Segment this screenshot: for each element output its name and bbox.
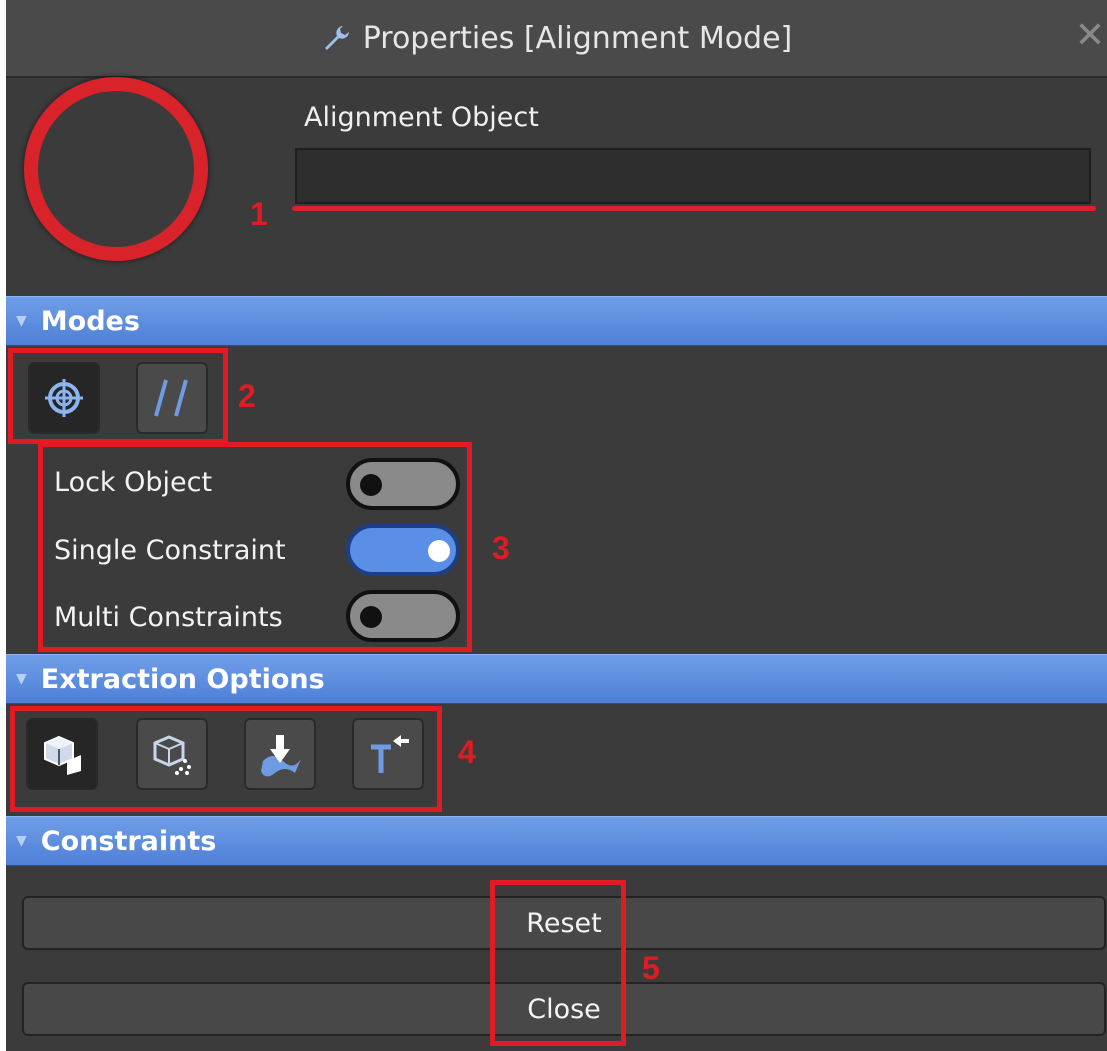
- annotation-number: 2: [238, 378, 256, 414]
- annotation-number: 1: [250, 196, 268, 232]
- window-title: Properties [Alignment Mode]: [362, 20, 793, 56]
- collapse-triangle-icon: ▼: [16, 313, 27, 329]
- annotation-number: 5: [642, 950, 660, 986]
- section-header-modes[interactable]: ▼ Modes: [6, 296, 1107, 346]
- section-header-constraints[interactable]: ▼ Constraints: [6, 816, 1107, 866]
- section-title: Extraction Options: [40, 663, 325, 695]
- section-header-extraction-options[interactable]: ▼ Extraction Options: [6, 654, 1107, 704]
- alignment-object-field[interactable]: [295, 148, 1091, 204]
- collapse-triangle-icon: ▼: [16, 833, 27, 849]
- section-title: Modes: [40, 305, 140, 337]
- annotation-box: [8, 348, 228, 444]
- annotation-circle: [24, 77, 208, 261]
- annotation-underline: [292, 206, 1096, 211]
- annotation-box: [10, 706, 442, 812]
- title-bar: Properties [Alignment Mode] ✕: [6, 0, 1107, 78]
- close-icon[interactable]: ✕: [1075, 18, 1105, 54]
- section-title: Constraints: [40, 825, 217, 857]
- alignment-object-label: Alignment Object: [304, 102, 539, 133]
- wrench-icon: [324, 26, 349, 50]
- properties-panel: Properties [Alignment Mode] ✕ 1 Alignmen…: [6, 0, 1107, 1051]
- annotation-box: [490, 880, 626, 1046]
- annotation-box: [38, 442, 472, 652]
- annotation-number: 4: [458, 734, 476, 770]
- annotation-number: 3: [492, 530, 510, 566]
- collapse-triangle-icon: ▼: [16, 671, 27, 687]
